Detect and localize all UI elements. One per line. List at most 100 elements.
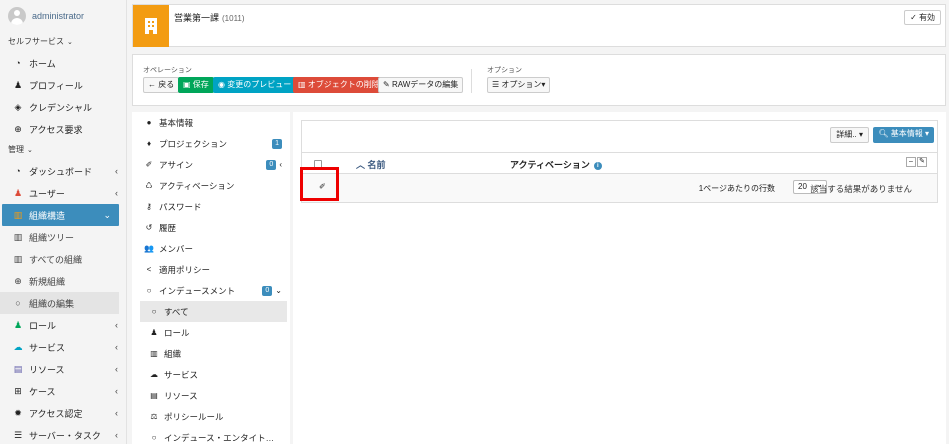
sidebar-item-all-orgs[interactable]: ▥ すべての組織 xyxy=(0,248,126,270)
options-button-label: オプション xyxy=(501,80,542,89)
sidebar-item-dashboard[interactable]: ◔ ダッシュボード ‹ xyxy=(0,160,126,182)
options-label: オプション xyxy=(487,67,522,74)
circle-icon: ○ xyxy=(146,286,152,295)
section-admin[interactable]: 管理 ⌄ xyxy=(0,140,126,160)
key-icon: ⚷ xyxy=(146,202,152,211)
plus-circle-icon: ⊕ xyxy=(14,123,22,134)
edit-icon[interactable]: ✎ xyxy=(917,157,927,167)
sidebar-item-home[interactable]: ◔ ホーム xyxy=(0,52,126,74)
chevron-down-icon: ⌄ xyxy=(27,147,33,154)
submenu-item-label: リソース xyxy=(164,390,198,401)
column-name-header[interactable]: ︿ 名前 xyxy=(356,158,386,171)
sidebar-item-users[interactable]: ♟ ユーザー ‹ xyxy=(0,182,126,204)
sidebar-item-label: プロフィール xyxy=(29,80,83,91)
sidebar-item-credentials[interactable]: ◈ クレデンシャル xyxy=(0,96,126,118)
menu-item-basic[interactable]: ● 基本情報 xyxy=(132,112,290,133)
chevron-left-icon: ‹ xyxy=(115,342,118,352)
sidebar-item-server-tasks[interactable]: ☰ サーバー・タスク ‹ xyxy=(0,424,126,444)
submenu-item-label: サービス xyxy=(164,369,199,380)
submenu-item-services[interactable]: ☁ サービス xyxy=(132,364,290,385)
sidebar-item-access-request[interactable]: ⊕ アクセス要求 xyxy=(0,118,126,140)
caret-down-icon: ▾ xyxy=(541,80,546,89)
info-icon[interactable]: i xyxy=(593,162,602,170)
menu-item-inducements[interactable]: ○ インデュースメント 0 ⌄ xyxy=(132,280,290,301)
sidebar-item-edit-org[interactable]: ○ 組織の編集 xyxy=(0,292,119,314)
sidebar-item-org-structure[interactable]: ▥ 組織構造 ⌄ xyxy=(2,204,119,226)
sidebar-item-roles[interactable]: ♟ ロール ‹ xyxy=(0,314,126,336)
sidebar-item-new-org[interactable]: ⊕ 新規組織 xyxy=(0,270,126,292)
menu-item-activation[interactable]: ♺ アクティベーション xyxy=(132,175,290,196)
minus-icon[interactable]: – xyxy=(906,157,916,167)
sidebar-item-label: ケース xyxy=(29,386,56,397)
delete-label: オブジェクトの削除 xyxy=(307,80,380,89)
building-icon: ▥ xyxy=(13,231,23,242)
menu-item-label: プロジェクション xyxy=(159,138,228,149)
submenu-item-label: インデュース・エンタイト… xyxy=(164,432,275,443)
menu-item-assignments[interactable]: ✐ アサイン 0 ‹ xyxy=(132,154,290,175)
sidebar-item-cases[interactable]: ⊞ ケース ‹ xyxy=(0,380,126,402)
building-icon: ▥ xyxy=(13,253,23,264)
detail-dropdown-button[interactable]: 詳細.. ▾ xyxy=(830,127,869,143)
save-button[interactable]: ▣ 保存 xyxy=(178,77,214,93)
sidebar-item-label: 組織の編集 xyxy=(29,298,75,309)
chevron-down-icon: ⌄ xyxy=(103,209,111,220)
user-panel[interactable]: administrator xyxy=(0,0,126,32)
basic-search-button[interactable]: 🔍︎ 基本情報 ▾ xyxy=(873,127,934,143)
menu-item-label: インデュースメント xyxy=(159,285,236,296)
section-self-label: セルフサービス xyxy=(8,37,64,46)
back-button[interactable]: ← 戻る xyxy=(143,77,180,93)
sort-up-icon: ︿ xyxy=(356,160,368,170)
table-header: ︿ 名前 アクティベーション i – ✎ xyxy=(302,153,937,174)
submenu-item-all[interactable]: ○ すべて xyxy=(140,301,287,322)
details-menu: ● 基本情報 ♦ プロジェクション 1 ✐ アサイン 0 ‹ ♺ アクティベーション ⚷ パスワ… xyxy=(132,112,290,444)
column-activation-label: アクティベーション xyxy=(510,160,590,170)
caret-down-icon: ▾ xyxy=(922,129,929,138)
eye-icon: ◉ xyxy=(218,80,228,89)
raw-edit-button[interactable]: ✎ RAWデータの編集 xyxy=(378,77,464,93)
sidebar-item-label: 新規組織 xyxy=(29,276,66,287)
submenu-item-label: すべて xyxy=(164,306,189,317)
table-toolbar: 詳細.. ▾ 🔍︎ 基本情報 ▾ xyxy=(302,121,937,153)
building-icon: ▥ xyxy=(13,209,23,220)
menu-item-history[interactable]: ↺ 履歴 xyxy=(132,217,290,238)
preview-button[interactable]: ◉ 変更のプレビュー xyxy=(213,77,297,93)
projection-icon: ♦ xyxy=(146,139,152,148)
arrow-left-icon: ← xyxy=(148,80,159,89)
options-button[interactable]: ☰ オプション▾ xyxy=(487,77,551,93)
header-actions: – ✎ xyxy=(906,157,927,167)
sidebar-item-org-tree[interactable]: ▥ 組織ツリー xyxy=(0,226,126,248)
sidebar-item-label: ダッシュボード xyxy=(29,166,93,177)
section-self-service[interactable]: セルフサービス ⌄ xyxy=(0,32,126,52)
delete-object-button[interactable]: ▥ オブジェクトの削除 xyxy=(293,77,385,93)
status-button[interactable]: ✓ 有効 xyxy=(904,10,941,25)
circle-icon: ○ xyxy=(151,433,157,442)
count-badge: 1 xyxy=(272,138,282,149)
menu-item-password[interactable]: ⚷ パスワード xyxy=(132,196,290,217)
user-icon: ♟ xyxy=(13,187,23,198)
menu-item-projection[interactable]: ♦ プロジェクション 1 xyxy=(132,133,290,154)
submenu-item-resources[interactable]: ▤ リソース xyxy=(132,385,290,406)
sidebar-item-certification[interactable]: ✹ アクセス認定 ‹ xyxy=(0,402,126,424)
user-icon: ♟ xyxy=(13,79,23,90)
sidebar-item-profile[interactable]: ♟ プロフィール xyxy=(0,74,126,96)
sidebar-item-resources[interactable]: ▤ リソース ‹ xyxy=(0,358,126,380)
menu-item-policies[interactable]: < 適用ポリシー xyxy=(132,259,290,280)
sidebar-item-label: クレデンシャル xyxy=(29,102,93,113)
detail-button-label: 詳細.. xyxy=(836,130,857,139)
submenu-item-label: ポリシールール xyxy=(164,411,224,422)
menu-item-members[interactable]: 👥 メンバー xyxy=(132,238,290,259)
chevron-down-icon: ⌄ xyxy=(67,39,73,46)
assign-icon: ✐ xyxy=(145,160,153,169)
divider xyxy=(471,69,472,93)
sidebar-item-services[interactable]: ☁ サービス ‹ xyxy=(0,336,126,358)
sidebar-item-label: ホーム xyxy=(29,58,56,69)
submenu-item-roles[interactable]: ♟ ロール xyxy=(132,322,290,343)
submenu-item-orgs[interactable]: ▥ 組織 xyxy=(132,343,290,364)
sidebar-item-label: アクセス認定 xyxy=(29,408,83,419)
submenu-item-policy-rules[interactable]: ⚖ ポリシールール xyxy=(132,406,290,427)
users-icon: 👥 xyxy=(144,244,154,253)
submenu-item-induced-entitlements[interactable]: ○ インデュース・エンタイト… xyxy=(132,427,290,444)
highlight-box xyxy=(300,167,339,201)
count-badge: 0 xyxy=(262,285,273,296)
object-title: 営業第一課 (1011) xyxy=(174,11,245,24)
